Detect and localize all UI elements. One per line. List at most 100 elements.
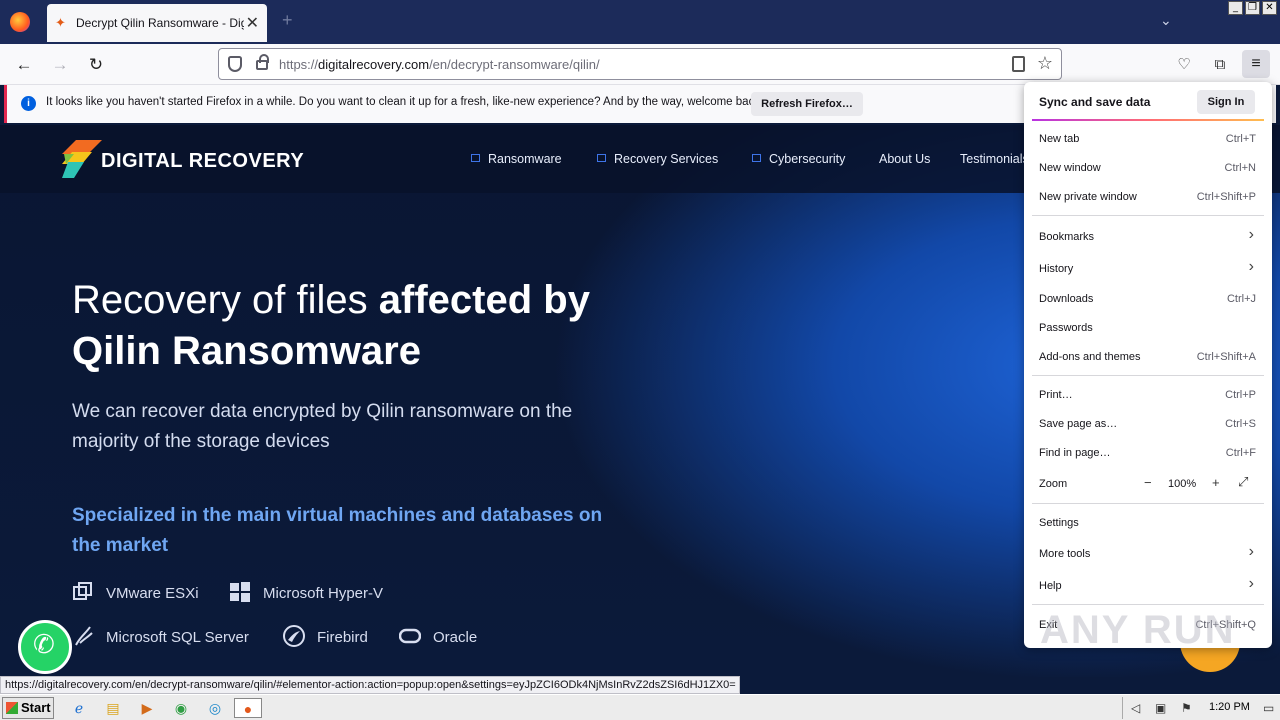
zoom-out-icon[interactable]: − — [1144, 475, 1152, 490]
sync-label: Sync and save data — [1039, 95, 1151, 109]
minimize-icon[interactable]: _ — [1228, 1, 1243, 15]
close-tab-icon[interactable]: ✕ — [246, 13, 259, 33]
extensions-icon[interactable]: ⧉ — [1209, 54, 1231, 76]
cybersecurity-icon — [752, 154, 761, 162]
media-player-icon[interactable]: ▶ — [136, 698, 158, 718]
info-icon: i — [21, 96, 36, 111]
zoom-in-icon[interactable]: + — [1212, 475, 1220, 490]
menu-label: New private window — [1039, 191, 1137, 203]
reload-icon[interactable]: ↻ — [84, 53, 108, 77]
menu-separator — [1032, 215, 1264, 216]
zoom-value[interactable]: 100% — [1168, 478, 1196, 490]
firefox-logo-icon[interactable] — [10, 12, 30, 32]
system-tray: ◁ ▣ ⚑ 1:20 PM ▭ — [1122, 697, 1278, 719]
nav-ransomware[interactable]: Ransomware — [471, 152, 562, 166]
network-icon[interactable]: ▣ — [1155, 701, 1166, 715]
nav-recovery-services[interactable]: Recovery Services — [597, 152, 718, 166]
nav-about-us[interactable]: About Us — [879, 152, 930, 166]
back-icon[interactable]: ← — [12, 53, 36, 77]
ransomware-icon — [471, 154, 480, 162]
firebird-icon — [283, 625, 305, 647]
menu-separator — [1032, 375, 1264, 376]
pocket-icon[interactable]: ♡ — [1173, 54, 1195, 76]
oracle-icon — [399, 628, 421, 644]
url-bar[interactable]: https://digitalrecovery.com/en/decrypt-r… — [218, 48, 1062, 80]
file-explorer-icon[interactable]: ▤ — [102, 698, 124, 718]
fullscreen-icon[interactable]: ⤢ — [1238, 474, 1248, 490]
refresh-firefox-button[interactable]: Refresh Firefox… — [751, 92, 863, 116]
chevron-right-icon: › — [1248, 226, 1254, 243]
close-window-icon[interactable]: ✕ — [1262, 1, 1277, 15]
tech-oracle: Oracle — [399, 625, 477, 647]
menu-label: Help — [1039, 580, 1062, 592]
tab-active[interactable]: ✦ Decrypt Qilin Ransomware - Digital Rec… — [47, 4, 267, 42]
list-all-tabs-icon[interactable]: ⌄ — [1160, 12, 1172, 29]
restore-icon[interactable]: ❐ — [1245, 1, 1260, 15]
chevron-right-icon: › — [1248, 543, 1254, 560]
tech-label: Firebird — [317, 629, 368, 646]
sign-in-button[interactable]: Sign In — [1197, 90, 1255, 114]
flag-icon[interactable]: ⚑ — [1181, 701, 1192, 715]
clock[interactable]: 1:20 PM — [1209, 701, 1250, 713]
url-text[interactable]: https://digitalrecovery.com/en/decrypt-r… — [279, 57, 600, 72]
nav-label: Ransomware — [488, 152, 562, 166]
new-tab-icon[interactable]: + — [282, 10, 293, 31]
tech-label: Microsoft SQL Server — [106, 629, 249, 646]
tracking-protection-shield-icon[interactable] — [228, 56, 242, 72]
lock-icon[interactable] — [256, 54, 269, 70]
menu-shortcut: Ctrl+T — [1225, 133, 1256, 145]
tech-vmware: VMware ESXi — [72, 581, 199, 603]
reader-view-icon[interactable] — [1012, 56, 1025, 72]
tab-title: Decrypt Qilin Ransomware - Digital Recov… — [76, 16, 244, 30]
menu-shortcut: Ctrl+P — [1225, 389, 1256, 401]
tech-label: Oracle — [433, 629, 478, 646]
whatsapp-icon[interactable] — [18, 620, 72, 674]
notification-text: It looks like you haven't started Firefo… — [46, 96, 764, 108]
url-host: digitalrecovery.com — [318, 57, 430, 72]
volume-icon[interactable]: ◁ — [1131, 701, 1140, 715]
menu-label: History — [1039, 263, 1074, 275]
hero-title-light: Recovery of files — [72, 278, 379, 322]
menu-separator — [1032, 503, 1264, 504]
menu-separator — [1032, 604, 1264, 605]
url-path: /en/decrypt-ransomware/qilin/ — [429, 57, 600, 72]
specialized-heading: Specialized in the main virtual machines… — [72, 505, 603, 556]
hero-title-bold-2: Qilin Ransomware — [72, 329, 421, 373]
nav-label: Recovery Services — [614, 152, 719, 166]
edge-icon[interactable]: ◎ — [204, 698, 226, 718]
tech-sql-server: Microsoft SQL Server — [72, 625, 249, 647]
menu-label: Settings — [1039, 517, 1079, 529]
nav-cybersecurity[interactable]: Cybersecurity — [752, 152, 845, 166]
menu-shortcut: Ctrl+F — [1225, 447, 1256, 459]
menu-label: Zoom — [1039, 478, 1068, 490]
digital-recovery-logo-icon[interactable] — [62, 140, 102, 178]
tech-label: Microsoft Hyper-V — [263, 585, 384, 602]
show-desktop-icon[interactable]: ▭ — [1263, 701, 1274, 715]
firefox-taskbar-icon[interactable]: ● — [234, 698, 262, 718]
menu-label: Downloads — [1039, 293, 1094, 305]
chevron-right-icon: › — [1248, 258, 1254, 275]
site-logo-text[interactable]: DIGITAL RECOVERY — [101, 150, 304, 173]
menu-shortcut: Ctrl+S — [1225, 418, 1256, 430]
status-link-preview: https://digitalrecovery.com/en/decrypt-r… — [0, 676, 740, 694]
chrome-icon[interactable]: ◉ — [170, 698, 192, 718]
vmware-icon — [73, 582, 92, 600]
tech-hyper-v: Microsoft Hyper-V — [229, 581, 383, 603]
anyrun-watermark: ANY RUN — [1040, 608, 1236, 652]
app-menu-panel: Sync and save data Sign In New tab Ctrl+T… — [1024, 82, 1272, 648]
hero-title: Recovery of files affected by Qilin Ranso… — [72, 275, 632, 377]
nav-testimonials[interactable]: Testimonials — [960, 152, 1029, 166]
digital-recovery-favicon-icon: ✦ — [55, 15, 66, 30]
windows-icon — [230, 582, 250, 602]
start-button[interactable]: Start — [2, 697, 54, 719]
menu-label: New window — [1039, 162, 1101, 174]
menu-shortcut: Ctrl+N — [1224, 162, 1256, 174]
menu-label: Add-ons and themes — [1039, 351, 1141, 363]
menu-label: Bookmarks — [1039, 231, 1095, 243]
menu-label: New tab — [1039, 133, 1080, 145]
internet-explorer-icon[interactable]: ℯ — [68, 698, 90, 718]
hero-title-bold-1: affected by — [378, 278, 590, 322]
forward-icon[interactable]: → — [48, 53, 72, 77]
app-menu-hamburger-icon[interactable]: ≡ — [1242, 50, 1270, 78]
bookmark-star-icon[interactable]: ☆ — [1037, 53, 1053, 74]
